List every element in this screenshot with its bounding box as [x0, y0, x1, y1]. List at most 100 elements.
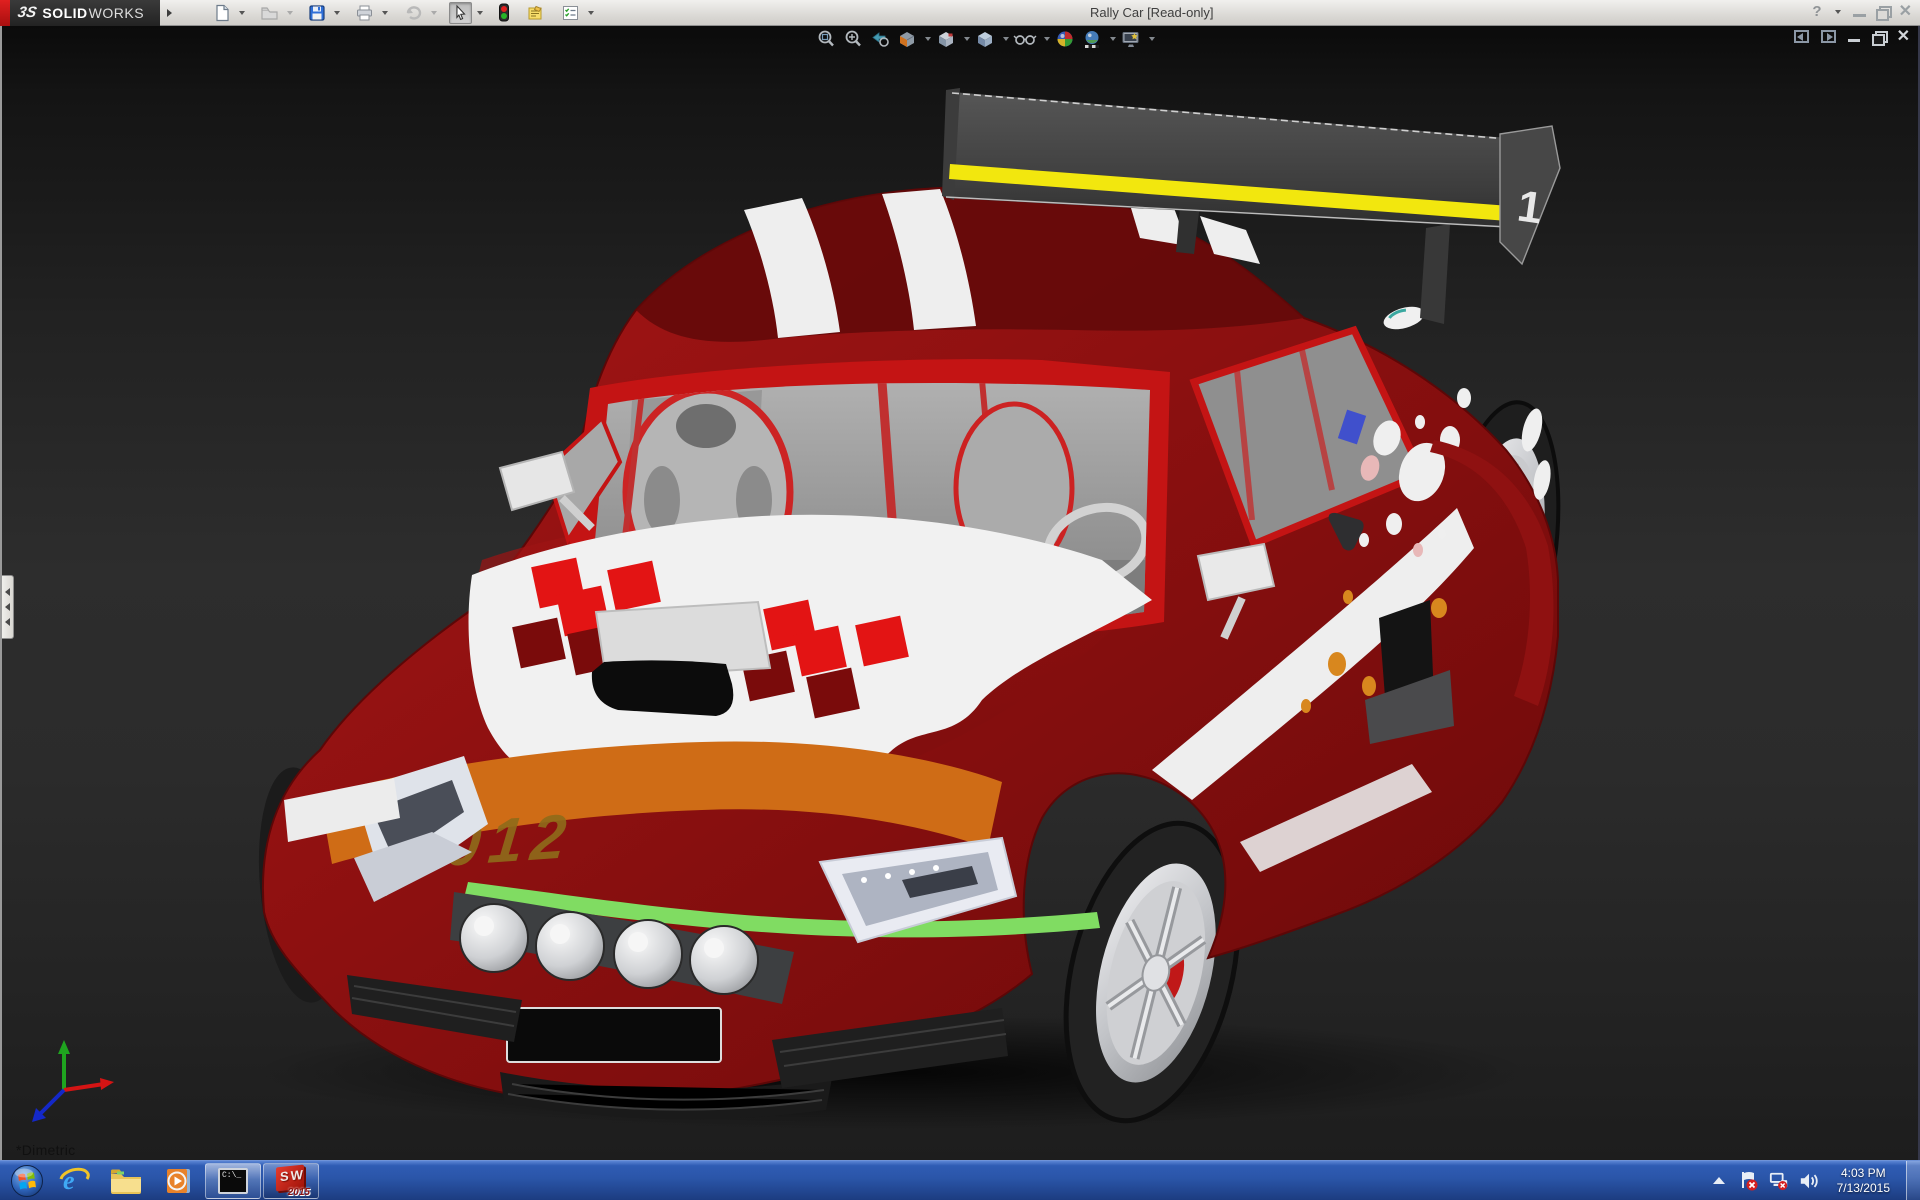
hide-show-items-button[interactable] — [1012, 28, 1038, 50]
help-button[interactable]: ? — [1812, 3, 1821, 20]
menu-expand-button[interactable] — [162, 3, 176, 23]
options-dropdown[interactable] — [588, 11, 594, 15]
view-orientation-button[interactable] — [934, 28, 958, 50]
print-dropdown[interactable] — [382, 11, 388, 15]
minimize-button[interactable] — [1853, 6, 1866, 17]
windows-logo-icon — [10, 1164, 44, 1198]
undo-arrow-icon — [403, 4, 423, 22]
section-view-dropdown[interactable] — [925, 37, 931, 41]
headsup-view-toolbar — [814, 28, 1155, 50]
taskbar-file-explorer[interactable] — [100, 1162, 152, 1200]
folder-icon — [109, 1166, 143, 1196]
close-button[interactable]: ✕ — [1899, 6, 1912, 18]
windows-taskbar: e C:\_ — [0, 1160, 1920, 1200]
show-hidden-icons-button[interactable] — [1709, 1169, 1729, 1193]
show-desktop-button[interactable] — [1906, 1161, 1920, 1200]
zoom-to-area-icon — [842, 29, 864, 49]
hide-show-items-dropdown[interactable] — [1044, 37, 1050, 41]
action-center-flag-icon — [1739, 1170, 1759, 1192]
edit-appearance-ball-icon — [1054, 29, 1076, 49]
taskbar-command-prompt[interactable]: C:\_ — [205, 1163, 261, 1199]
collapse-arrow-icon — [5, 603, 10, 611]
license-plate — [507, 1008, 721, 1062]
view-settings-dropdown[interactable] — [1149, 37, 1155, 41]
solidworks-year: 2015 — [288, 1187, 310, 1198]
print-button[interactable] — [352, 2, 377, 24]
document-close-button[interactable]: ✕ — [1897, 30, 1910, 43]
taskbar-clock[interactable]: 4:03 PM 7/13/2015 — [1837, 1166, 1890, 1196]
internet-explorer-icon: e — [58, 1165, 90, 1197]
network-status-button[interactable] — [1769, 1169, 1789, 1193]
volume-button[interactable] — [1799, 1169, 1819, 1193]
rebuild-button[interactable] — [495, 2, 513, 24]
save-dropdown[interactable] — [334, 11, 340, 15]
featuremanager-collapsed-tab[interactable] — [2, 575, 14, 639]
brand-red-strip — [0, 0, 10, 26]
collapse-pane-left-button[interactable] — [1794, 30, 1809, 43]
taskbar-solidworks[interactable]: SW 2015 — [263, 1163, 319, 1199]
taskbar-internet-explorer[interactable]: e — [48, 1162, 100, 1200]
ds-logo-icon: 3S — [16, 4, 38, 21]
new-dropdown[interactable] — [239, 11, 245, 15]
select-dropdown[interactable] — [477, 11, 483, 15]
view-orientation-icon — [935, 29, 957, 49]
rally-car-model[interactable]: 2012 — [2, 26, 1920, 1160]
new-button[interactable] — [210, 2, 234, 24]
pane-right-arrow-icon — [1827, 33, 1833, 41]
display-style-button[interactable] — [973, 28, 997, 50]
new-document-icon — [213, 4, 231, 22]
solidworks-letters: SW — [280, 1166, 305, 1184]
view-orientation-label: *Dimetric — [16, 1142, 75, 1158]
previous-view-icon — [869, 29, 891, 49]
view-orientation-dropdown[interactable] — [964, 37, 970, 41]
title-bar: 3S SOLID WORKS — [0, 0, 1920, 26]
select-button[interactable] — [449, 2, 472, 24]
open-button[interactable] — [257, 2, 282, 24]
open-dropdown[interactable] — [287, 11, 293, 15]
brand-text-light: WORKS — [89, 5, 144, 21]
previous-view-button[interactable] — [868, 28, 892, 50]
solidworks-logo: 3S SOLID WORKS — [10, 0, 160, 26]
hood-scoop-intake — [592, 660, 733, 716]
command-prompt-icon: C:\_ — [218, 1168, 248, 1194]
apply-scene-button[interactable] — [1080, 28, 1104, 50]
apply-scene-dropdown[interactable] — [1110, 37, 1116, 41]
view-settings-button[interactable] — [1119, 28, 1143, 50]
app-window-controls: ? ✕ — [1812, 3, 1912, 20]
document-minimize-button[interactable] — [1848, 32, 1860, 42]
solidworks-window: 3S SOLID WORKS — [0, 0, 1920, 1200]
printer-icon — [355, 4, 374, 22]
display-style-icon — [974, 29, 996, 49]
section-view-button[interactable] — [895, 28, 919, 50]
display-style-dropdown[interactable] — [1003, 37, 1009, 41]
zoom-to-fit-button[interactable] — [814, 28, 838, 50]
save-floppy-icon — [308, 4, 326, 22]
restore-button[interactable] — [1876, 6, 1889, 18]
file-properties-button[interactable] — [523, 2, 548, 24]
collapse-pane-right-button[interactable] — [1821, 30, 1836, 43]
undo-button[interactable] — [400, 2, 426, 24]
taskbar-media-player[interactable] — [152, 1162, 204, 1200]
speaker-icon — [1799, 1171, 1819, 1191]
command-prompt-text: C:\_ — [222, 1171, 241, 1180]
help-dropdown[interactable] — [1835, 10, 1841, 14]
edit-appearance-button[interactable] — [1053, 28, 1077, 50]
file-properties-icon — [526, 4, 545, 22]
graphics-viewport[interactable]: ✕ — [0, 26, 1920, 1160]
show-hidden-arrow-icon — [1712, 1176, 1726, 1186]
save-button[interactable] — [305, 2, 329, 24]
action-center-button[interactable] — [1739, 1169, 1759, 1193]
document-restore-button[interactable] — [1872, 31, 1885, 43]
media-player-icon — [162, 1166, 194, 1196]
rebuild-traffic-light-icon — [498, 3, 510, 22]
orientation-triad — [18, 1038, 118, 1128]
collapse-arrow-icon — [5, 618, 10, 626]
open-folder-icon — [260, 4, 279, 22]
apply-scene-icon — [1081, 29, 1103, 49]
start-button[interactable] — [6, 1163, 48, 1199]
undo-dropdown[interactable] — [431, 11, 437, 15]
options-button[interactable] — [558, 2, 583, 24]
system-tray: 4:03 PM 7/13/2015 — [1709, 1161, 1920, 1200]
document-title: Rally Car [Read-only] — [1090, 5, 1214, 20]
zoom-to-area-button[interactable] — [841, 28, 865, 50]
